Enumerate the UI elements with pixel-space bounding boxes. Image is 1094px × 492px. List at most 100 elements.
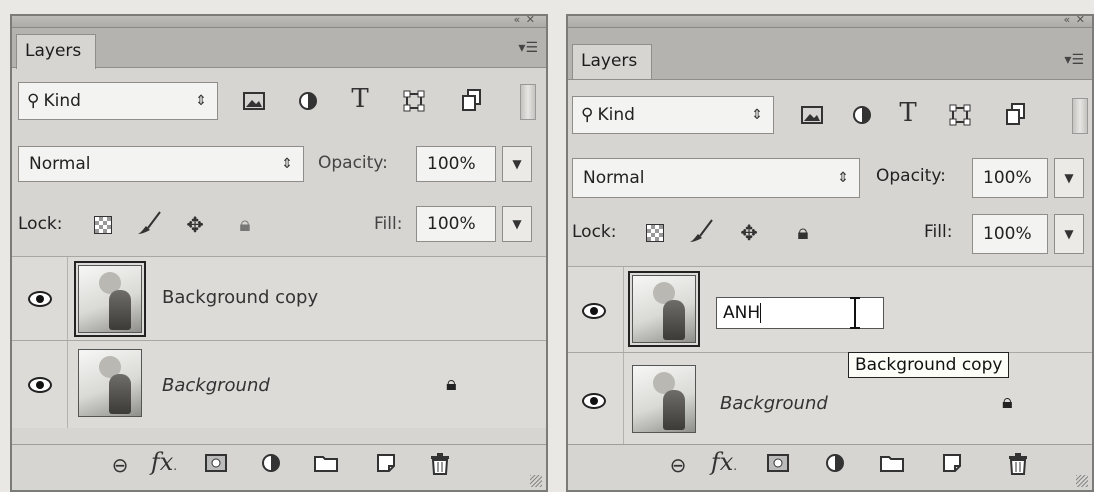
panel-tab-row: Layers ▾☰: [12, 28, 546, 69]
filter-toggle-switch[interactable]: [1072, 98, 1088, 134]
lock-transparent-pixels-icon[interactable]: [642, 220, 668, 246]
layers-panel-right: « ✕ Layers ▾☰ ⚲ Kind ⇕ T Normal ⇕ Opacity…: [566, 14, 1094, 492]
new-layer-icon[interactable]: [372, 453, 400, 478]
layer-row[interactable]: Background 🔒︎: [12, 340, 546, 428]
blend-mode-select[interactable]: Normal ⇕: [572, 158, 860, 198]
spinner-icon: ⇕: [195, 93, 207, 109]
window-controls[interactable]: « ✕: [1064, 16, 1086, 26]
smart-object-filter-icon[interactable]: [1002, 100, 1030, 128]
panel-menu-icon[interactable]: ▾☰: [1064, 52, 1084, 68]
layer-name[interactable]: Background: [720, 393, 828, 414]
layer-lock-icon[interactable]: 🔒︎: [1002, 389, 1013, 413]
spinner-icon: ⇕: [837, 170, 849, 186]
adjustment-filter-icon[interactable]: [848, 101, 876, 129]
panel-title-bar[interactable]: « ✕: [568, 16, 1092, 28]
lock-position-icon[interactable]: ✥: [182, 212, 208, 238]
image-filter-icon[interactable]: [798, 101, 826, 129]
visibility-column[interactable]: [568, 353, 624, 448]
group-folder-icon[interactable]: [878, 453, 906, 477]
opacity-input[interactable]: 100%: [972, 158, 1048, 198]
lock-position-icon[interactable]: ✥: [736, 220, 762, 246]
panel-footer: ⊖ fx.: [568, 444, 1092, 490]
type-filter-icon[interactable]: T: [346, 84, 374, 114]
panel-menu-icon[interactable]: ▾☰: [518, 40, 538, 56]
window-controls[interactable]: « ✕: [514, 16, 536, 26]
new-layer-icon[interactable]: [938, 453, 966, 478]
layer-row[interactable]: Background 🔒︎: [568, 352, 1092, 448]
image-filter-icon[interactable]: [240, 87, 268, 115]
opacity-dropdown-button[interactable]: ▼: [1054, 158, 1084, 198]
layer-thumbnail[interactable]: [632, 275, 696, 343]
layer-name[interactable]: Background copy: [162, 287, 318, 308]
layer-thumbnail[interactable]: [78, 349, 142, 417]
visibility-column[interactable]: [12, 341, 68, 428]
panel-tab-row: Layers ▾☰: [568, 28, 1092, 80]
layer-name[interactable]: Background: [162, 375, 270, 396]
search-icon: ⚲: [27, 91, 40, 111]
filter-toggle-switch[interactable]: [520, 84, 536, 120]
tooltip: Background copy: [848, 352, 1010, 378]
spinner-icon: ⇕: [751, 107, 763, 123]
adjustment-layer-icon[interactable]: [822, 453, 850, 478]
shape-filter-icon[interactable]: [400, 87, 428, 115]
lock-image-pixels-icon[interactable]: [688, 218, 714, 244]
layer-lock-icon[interactable]: 🔒︎: [446, 371, 457, 395]
lock-transparent-pixels-icon[interactable]: [90, 212, 116, 238]
fill-dropdown-button[interactable]: ▼: [502, 206, 532, 242]
layer-row[interactable]: ANH: [568, 266, 1092, 352]
add-mask-icon[interactable]: [764, 453, 792, 477]
smart-object-filter-icon[interactable]: [458, 86, 486, 114]
ibeam-cursor-icon: [850, 297, 860, 329]
lock-image-pixels-icon[interactable]: [136, 210, 162, 236]
fill-label: Fill:: [374, 214, 403, 234]
adjustment-filter-icon[interactable]: [294, 87, 322, 115]
opacity-label: Opacity:: [876, 166, 946, 186]
resize-grip[interactable]: [1076, 475, 1088, 487]
fill-dropdown-button[interactable]: ▼: [1054, 214, 1084, 254]
search-icon: ⚲: [581, 105, 594, 125]
link-layers-icon[interactable]: ⊖: [106, 453, 134, 477]
fx-label: fx: [150, 448, 174, 476]
resize-grip[interactable]: [530, 475, 542, 487]
group-folder-icon[interactable]: [312, 453, 340, 477]
fill-label: Fill:: [924, 222, 953, 242]
trash-icon[interactable]: [426, 453, 454, 480]
eye-icon[interactable]: [28, 377, 52, 393]
opacity-dropdown-button[interactable]: ▼: [502, 146, 532, 182]
panel-footer: ⊖ fx.: [12, 444, 546, 490]
add-mask-icon[interactable]: [202, 453, 230, 477]
opacity-input[interactable]: 100%: [416, 146, 496, 182]
blend-mode-select[interactable]: Normal ⇕: [18, 146, 304, 182]
eye-icon[interactable]: [582, 393, 606, 409]
panel-title-bar[interactable]: « ✕: [12, 16, 546, 28]
fill-input[interactable]: 100%: [972, 214, 1048, 254]
blend-mode-value: Normal: [583, 168, 645, 188]
visibility-column[interactable]: [12, 257, 68, 340]
visibility-column[interactable]: [568, 267, 624, 352]
eye-icon[interactable]: [582, 303, 606, 319]
kind-filter-select[interactable]: ⚲ Kind ⇕: [18, 82, 218, 120]
fx-icon[interactable]: fx.: [710, 448, 738, 476]
kind-filter-select[interactable]: ⚲ Kind ⇕: [572, 96, 774, 134]
eye-icon[interactable]: [28, 291, 52, 307]
layer-thumbnail[interactable]: [78, 265, 142, 333]
layers-panel-left: « ✕ Layers ▾☰ ⚲ Kind ⇕ T Normal ⇕ Opacity…: [10, 14, 548, 492]
type-filter-icon[interactable]: T: [894, 98, 922, 128]
lock-all-icon[interactable]: 🔒︎: [232, 211, 258, 237]
kind-label: Kind: [597, 105, 635, 125]
spinner-icon: ⇕: [281, 156, 293, 172]
tab-layers[interactable]: Layers: [16, 34, 97, 69]
link-layers-icon[interactable]: ⊖: [664, 453, 692, 477]
adjustment-layer-icon[interactable]: [258, 453, 286, 478]
fx-icon[interactable]: fx.: [150, 448, 178, 476]
tab-layers[interactable]: Layers: [572, 44, 653, 79]
shape-filter-icon[interactable]: [946, 101, 974, 129]
layer-thumbnail[interactable]: [632, 365, 696, 433]
fill-input[interactable]: 100%: [416, 206, 496, 242]
lock-all-icon[interactable]: 🔒︎: [790, 219, 816, 245]
lock-label: Lock:: [18, 214, 63, 234]
layer-row[interactable]: Background copy: [12, 256, 546, 340]
blend-mode-value: Normal: [29, 154, 91, 174]
lock-label: Lock:: [572, 222, 617, 242]
trash-icon[interactable]: [1004, 453, 1032, 480]
